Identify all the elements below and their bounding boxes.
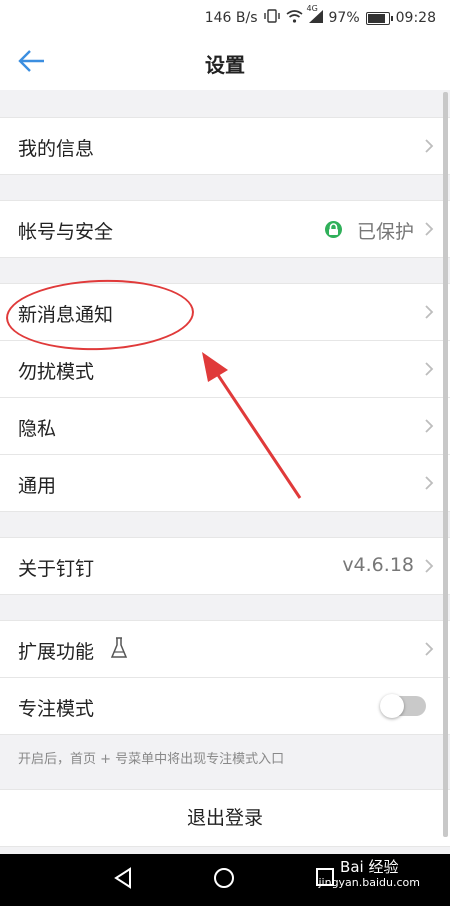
row-label: 帐号与安全 — [18, 221, 114, 243]
lock-icon — [325, 221, 342, 238]
back-triangle-icon[interactable] — [112, 866, 134, 890]
battery-icon — [365, 11, 393, 25]
annotation-arrow-icon — [202, 352, 302, 499]
scrollbar[interactable] — [443, 92, 448, 837]
battery-percent: 97% — [328, 10, 360, 26]
network-speed: 146 B/s — [204, 10, 258, 26]
flask-icon — [110, 637, 128, 658]
settings-row-focus-mode: 专注模式 — [0, 678, 450, 735]
row-label: 扩展功能 — [18, 641, 95, 663]
row-label: 通用 — [18, 475, 57, 497]
focus-mode-hint: 开启后，首页 + 号菜单中将出现专注模式入口 — [0, 735, 450, 789]
focus-mode-toggle[interactable] — [380, 694, 426, 718]
protected-status: 已保护 — [356, 221, 414, 243]
toggle-knob — [380, 694, 404, 718]
nav-bar: 设置 — [0, 34, 450, 90]
chevron-right-icon — [425, 362, 434, 376]
row-label: 勿扰模式 — [18, 361, 95, 383]
settings-row-my-info[interactable]: 我的信息 — [0, 117, 450, 175]
status-bar: 146 B/s 4G 97% 09:28 — [0, 0, 450, 34]
chevron-right-icon — [425, 642, 434, 656]
version-value: v4.6.18 — [342, 554, 414, 576]
battery-fill — [367, 13, 385, 23]
settings-row-account-security[interactable]: 帐号与安全 已保护 — [0, 200, 450, 258]
settings-row-about[interactable]: 关于钉钉 v4.6.18 — [0, 537, 450, 595]
signal-icon: 4G — [307, 4, 323, 27]
row-label: 关于钉钉 — [18, 558, 95, 580]
vibrate-icon — [263, 9, 280, 27]
system-nav-bar: Bai 经验 jingyan.baidu.com — [0, 854, 450, 906]
chevron-right-icon — [425, 419, 434, 433]
row-label: 我的信息 — [18, 138, 95, 160]
settings-row-extensions[interactable]: 扩展功能 — [0, 620, 450, 678]
watermark-line2: jingyan.baidu.com — [318, 876, 420, 889]
wifi-icon — [286, 9, 303, 27]
chevron-right-icon — [425, 476, 434, 490]
chevron-right-icon — [425, 305, 434, 319]
watermark-line1: Bai 经验 — [340, 858, 399, 876]
chevron-right-icon — [425, 559, 434, 573]
clock: 09:28 — [395, 10, 436, 26]
row-label: 专注模式 — [18, 698, 95, 720]
row-label: 隐私 — [18, 418, 57, 440]
home-circle-icon[interactable] — [212, 866, 236, 890]
chevron-right-icon — [425, 222, 434, 236]
network-type: 4G — [306, 3, 318, 13]
baidu-watermark: Bai 经验 jingyan.baidu.com — [318, 854, 420, 890]
page-title: 设置 — [205, 53, 245, 77]
logout-button[interactable]: 退出登录 — [0, 789, 450, 847]
chevron-right-icon — [425, 139, 434, 153]
